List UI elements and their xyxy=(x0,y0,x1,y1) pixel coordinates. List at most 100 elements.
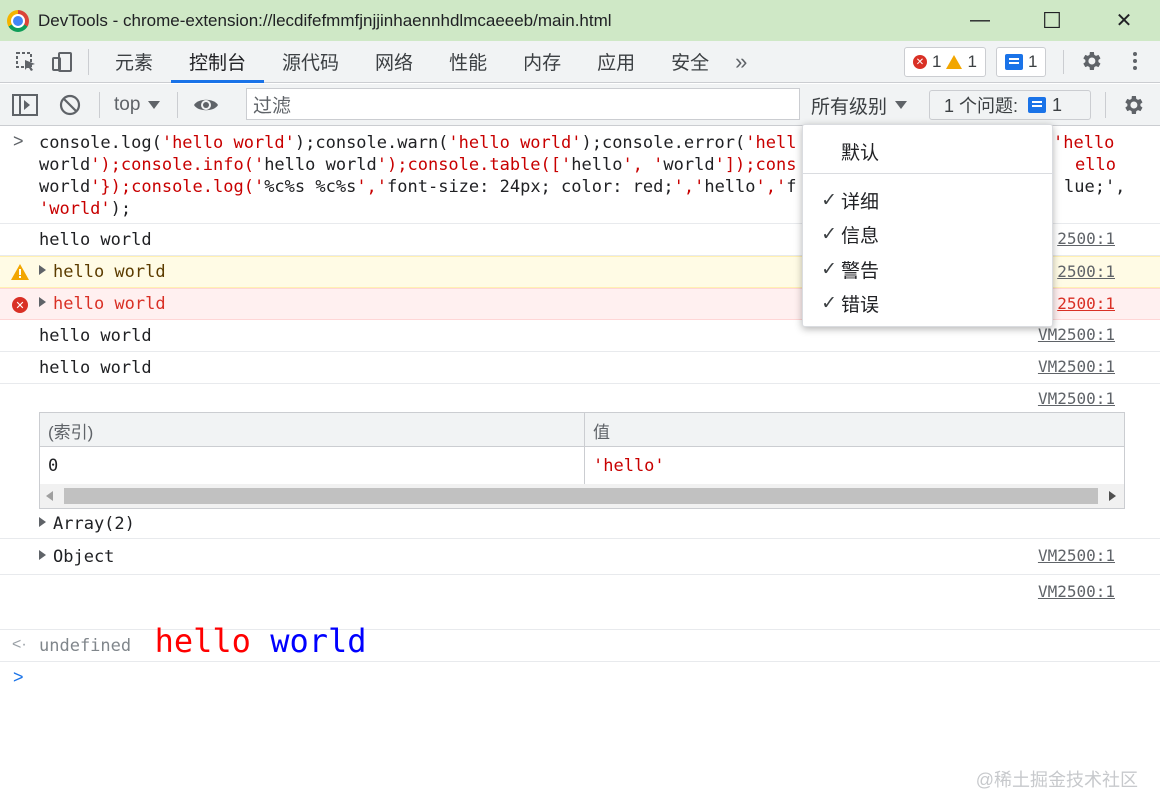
check-icon: ✓ xyxy=(821,258,837,280)
tab-elements[interactable]: 元素 xyxy=(97,41,171,82)
settings-gear-icon[interactable] xyxy=(1076,46,1106,76)
issues-button[interactable]: 1 个问题: 1 xyxy=(929,90,1091,120)
context-selector[interactable]: top xyxy=(114,84,161,126)
check-icon: ✓ xyxy=(821,292,837,314)
source-link[interactable]: VM2500:1 xyxy=(1038,389,1115,408)
tab-application[interactable]: 应用 xyxy=(579,41,653,82)
source-link[interactable]: VM2500:1 xyxy=(1038,582,1115,601)
source-link[interactable]: VM2500:1 xyxy=(1038,325,1115,344)
message-icon xyxy=(1004,54,1023,70)
table-header-value[interactable]: 值 xyxy=(585,413,610,447)
check-icon: ✓ xyxy=(821,189,837,211)
maximize-button[interactable]: ☐ xyxy=(1016,0,1088,41)
log-text: hello world xyxy=(39,230,152,250)
level-item-info[interactable]: ✓ 信息 xyxy=(803,217,1054,251)
window-title: DevTools - chrome-extension://lecdifefmm… xyxy=(38,10,612,30)
error-icon: ✕ xyxy=(12,297,28,313)
error-warning-badge[interactable]: ✕ 1 1 xyxy=(904,47,986,77)
level-label: 详细 xyxy=(841,191,880,213)
code-line: world'});console.log('%c%s %c%s','font-s… xyxy=(39,177,797,197)
tab-performance[interactable]: 性能 xyxy=(431,41,505,82)
level-label: 错误 xyxy=(841,294,880,316)
styled-log-message: hello world VM2500:1 xyxy=(0,575,1160,660)
clear-console-icon[interactable] xyxy=(59,84,81,126)
scroll-right-icon[interactable] xyxy=(1109,491,1116,501)
tab-console[interactable]: 控制台 xyxy=(171,41,265,83)
table-header-index[interactable]: (索引) xyxy=(40,413,93,447)
table-cell-value: 'hello' xyxy=(593,456,665,476)
error-count: 1 xyxy=(932,52,942,71)
console-prompt[interactable]: > xyxy=(0,662,1160,702)
table-row: 0 'hello' xyxy=(40,447,1124,485)
warning-text[interactable]: hello world xyxy=(39,261,166,283)
console-table: (索引) 值 0 'hello' xyxy=(39,412,1125,509)
more-tabs-button[interactable]: » xyxy=(735,49,747,75)
object-toggle[interactable]: Object xyxy=(39,546,114,568)
table-cell-index: 0 xyxy=(48,456,59,476)
prompt-chevron-icon: > xyxy=(13,667,24,687)
source-link[interactable]: 2500:1 xyxy=(1057,229,1115,248)
log-text: hello world xyxy=(39,358,152,378)
code-line-tail: 'hello xyxy=(1053,133,1115,153)
watermark: @稀土掘金技术社区 xyxy=(975,770,1138,790)
code-line-tail: ello xyxy=(1075,155,1116,175)
result-text: undefined xyxy=(39,636,132,656)
result-arrow-icon: <· xyxy=(12,636,27,653)
result-message: <· undefined xyxy=(0,630,1160,662)
expand-triangle-icon[interactable] xyxy=(39,297,46,307)
sidebar-toggle-icon[interactable] xyxy=(12,84,38,126)
source-link[interactable]: 2500:1 xyxy=(1057,262,1115,281)
menu-separator xyxy=(803,173,1054,174)
window-titlebar: DevTools - chrome-extension://lecdifefmm… xyxy=(0,0,1160,41)
source-link[interactable]: VM2500:1 xyxy=(1038,357,1115,376)
tab-security[interactable]: 安全 xyxy=(653,41,727,82)
inspect-element-icon[interactable] xyxy=(8,44,44,80)
issue-icon xyxy=(1028,97,1047,113)
code-line: console.log('hello world');console.warn(… xyxy=(39,133,797,153)
level-item-verbose[interactable]: ✓ 详细 xyxy=(803,183,1054,217)
tab-network[interactable]: 网络 xyxy=(357,41,431,82)
warning-icon xyxy=(11,264,29,280)
live-expression-eye-icon[interactable] xyxy=(193,84,219,126)
error-text[interactable]: hello world xyxy=(39,293,166,315)
code-line: 'world'); xyxy=(39,199,132,219)
log-message: hello world VM2500:1 xyxy=(0,352,1160,384)
object-label: Object xyxy=(53,547,115,567)
table-header: (索引) 值 xyxy=(40,413,1124,447)
toolbar-divider xyxy=(99,92,100,118)
warning-label: hello world xyxy=(53,262,166,282)
device-toolbar-icon[interactable] xyxy=(44,44,80,80)
issues-label: 1 个问题: xyxy=(944,96,1019,116)
messages-badge[interactable]: 1 xyxy=(995,47,1047,77)
toolbar-divider xyxy=(1105,92,1106,118)
minimize-button[interactable]: — xyxy=(944,0,1016,41)
expand-triangle-icon[interactable] xyxy=(39,265,46,275)
console-settings-gear-icon[interactable] xyxy=(1121,84,1145,126)
level-item-errors[interactable]: ✓ 错误 xyxy=(803,286,1054,320)
object-message: Object VM2500:1 xyxy=(0,539,1160,575)
close-button[interactable]: ✕ xyxy=(1088,0,1160,41)
level-label: 默认 xyxy=(841,142,880,164)
prompt-chevron-icon: > xyxy=(13,131,24,151)
source-link[interactable]: VM2500:1 xyxy=(1038,546,1115,565)
context-label: top xyxy=(114,94,141,115)
array-label: Array(2) xyxy=(53,514,135,534)
tab-sources[interactable]: 源代码 xyxy=(264,41,357,82)
expand-triangle-icon[interactable] xyxy=(39,517,46,527)
scroll-left-icon[interactable] xyxy=(46,491,53,501)
source-link[interactable]: 2500:1 xyxy=(1057,294,1115,313)
level-label: 信息 xyxy=(841,225,880,247)
warning-icon xyxy=(946,55,963,69)
check-icon: ✓ xyxy=(821,223,837,245)
level-item-warnings[interactable]: ✓ 警告 xyxy=(803,252,1054,286)
array-toggle[interactable]: Array(2) xyxy=(39,513,135,535)
filter-input[interactable]: 过滤 xyxy=(246,88,800,120)
log-levels-dropdown[interactable]: 所有级别 xyxy=(811,84,908,126)
info-text: hello world xyxy=(39,326,152,346)
scrollbar-thumb[interactable] xyxy=(64,488,1098,504)
more-options-icon[interactable] xyxy=(1125,46,1145,76)
expand-triangle-icon[interactable] xyxy=(39,550,46,560)
table-horizontal-scrollbar[interactable] xyxy=(40,484,1124,508)
level-item-default[interactable]: 默认 xyxy=(803,134,1054,168)
tab-memory[interactable]: 内存 xyxy=(505,41,579,82)
